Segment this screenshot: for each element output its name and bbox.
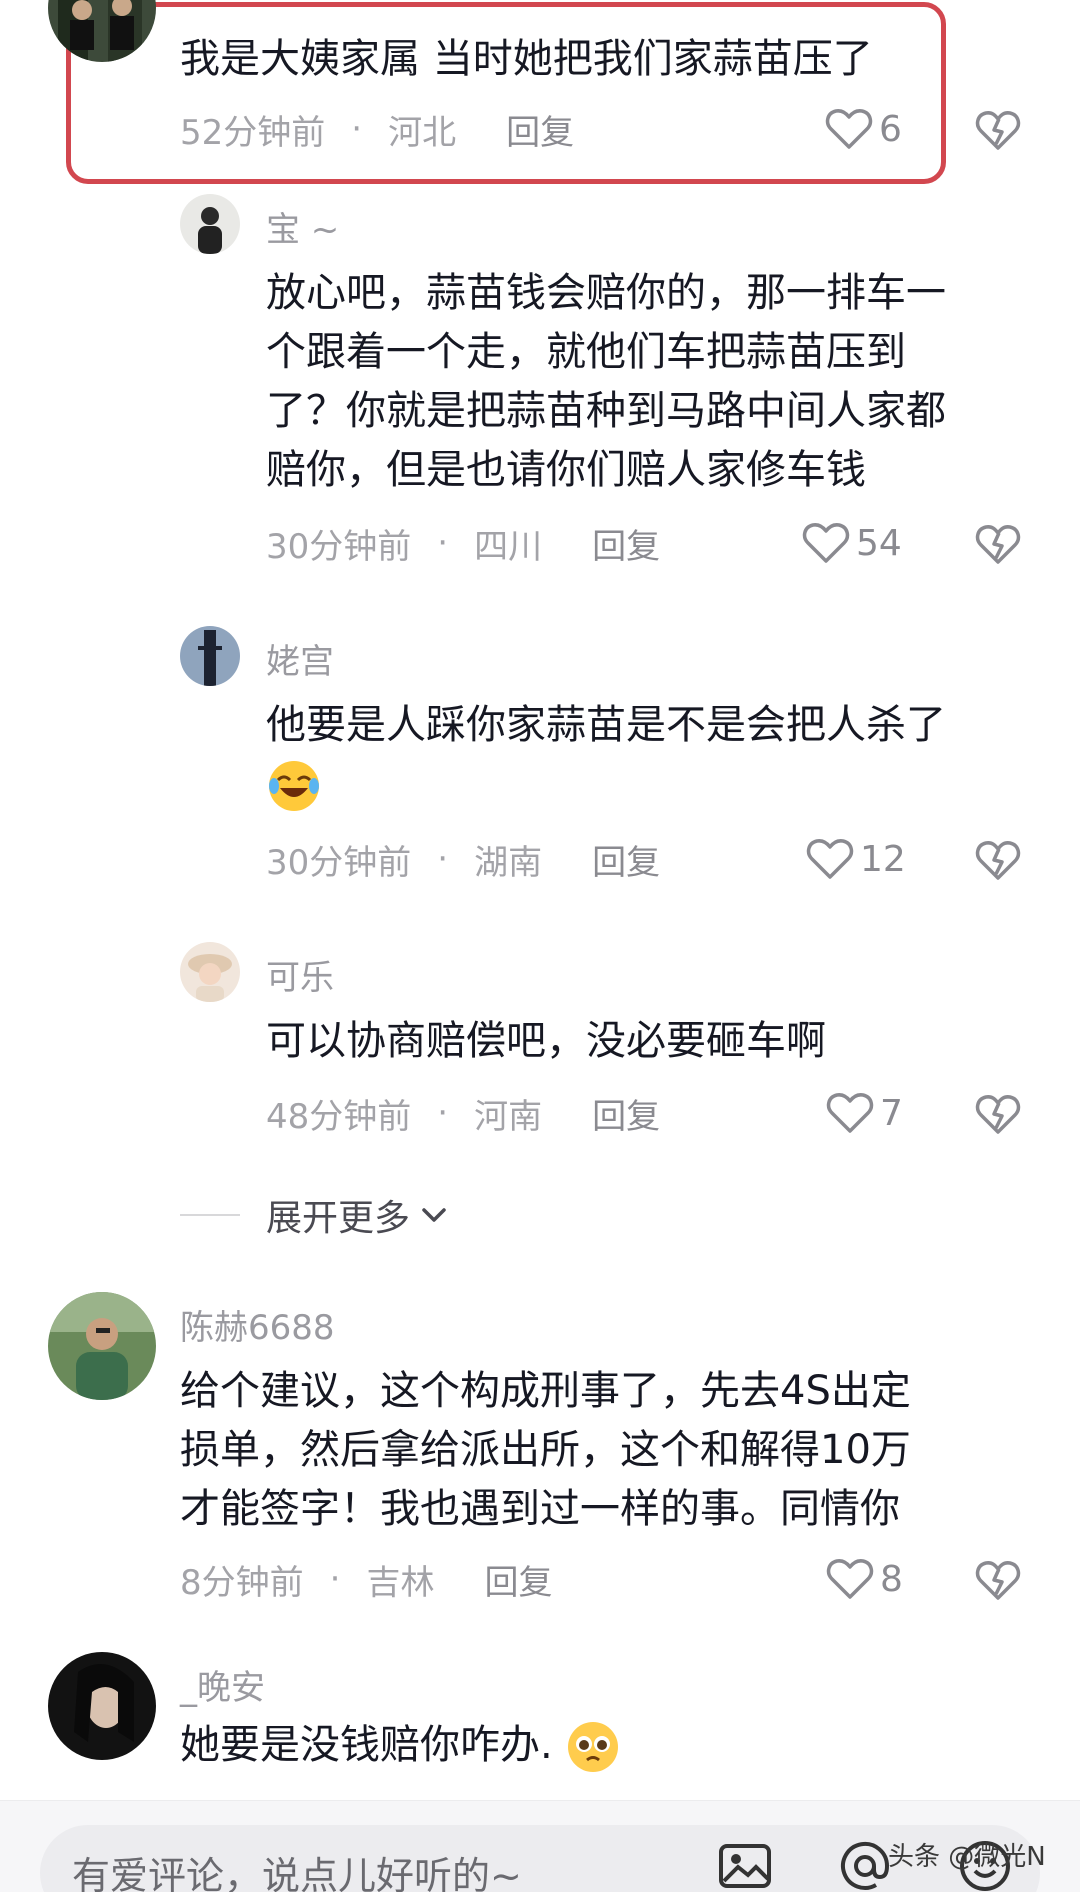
- like-button[interactable]: 12: [806, 834, 906, 884]
- like-count: 7: [880, 1092, 903, 1134]
- username[interactable]: 陈赫6688: [180, 1300, 335, 1349]
- like-button[interactable]: 6: [825, 104, 902, 154]
- comment-time: 52分钟前: [180, 112, 326, 153]
- dislike-icon[interactable]: [974, 106, 1022, 154]
- reply-button[interactable]: 回复: [506, 105, 574, 154]
- username[interactable]: 宝 ~: [266, 202, 339, 251]
- like-button[interactable]: 54: [802, 518, 902, 568]
- dislike-icon[interactable]: [974, 836, 1022, 884]
- pleading-face-emoji: [568, 1722, 619, 1772]
- comment-text: 她要是没钱赔你咋办.: [180, 1716, 621, 1775]
- like-count: 54: [856, 522, 902, 564]
- chevron-down-icon: [422, 1208, 446, 1222]
- comment-location: 湖南: [474, 842, 543, 883]
- expand-more-label: 展开更多: [266, 1198, 411, 1239]
- like-count: 8: [880, 1558, 903, 1600]
- username[interactable]: 可乐: [266, 950, 334, 999]
- avatar[interactable]: [180, 942, 240, 1002]
- heart-icon: [806, 839, 854, 879]
- dislike-icon[interactable]: [974, 520, 1022, 568]
- comment-text: 放心吧，蒜苗钱会赔你的，那一排车一 个跟着一个走，就他们车把蒜苗压到 了？你就是…: [266, 270, 946, 493]
- dislike-icon[interactable]: [974, 1090, 1022, 1138]
- at-mention-icon[interactable]: [836, 1837, 894, 1892]
- comment-time: 8分钟前: [180, 1562, 304, 1603]
- comment-location: 四川: [474, 526, 543, 567]
- reply-button[interactable]: 回复: [484, 1555, 552, 1604]
- reply-button[interactable]: 回复: [592, 519, 660, 568]
- like-button[interactable]: 7: [826, 1088, 903, 1138]
- image-icon[interactable]: [716, 1837, 774, 1892]
- expand-more-button[interactable]: 展开更多: [180, 1190, 450, 1240]
- comment-meta: 8分钟前 · 吉林 回复: [180, 1554, 552, 1604]
- comment-text: 他要是人踩你家蒜苗是不是会把人杀了: [266, 696, 946, 814]
- like-count: 6: [879, 108, 902, 150]
- reply-button[interactable]: 回复: [592, 1089, 660, 1138]
- comment-input-placeholder: 有爱评论，说点儿好听的~: [72, 1854, 522, 1892]
- comment-meta: 30分钟前 · 四川 回复: [266, 518, 660, 568]
- avatar[interactable]: [48, 1292, 156, 1400]
- username[interactable]: _晚安: [180, 1660, 265, 1709]
- avatar[interactable]: [48, 1652, 156, 1760]
- heart-icon: [825, 109, 873, 149]
- comment-meta: 52分钟前 · 河北 回复: [180, 104, 574, 154]
- username[interactable]: 姥宫: [266, 634, 334, 683]
- comment-text: 我是大姨家属 当时她把我们家蒜苗压了: [180, 36, 873, 82]
- avatar[interactable]: [180, 626, 240, 686]
- heart-icon: [802, 523, 850, 563]
- comment-time: 30分钟前: [266, 842, 412, 883]
- reply-button[interactable]: 回复: [592, 835, 660, 884]
- like-count: 12: [860, 838, 906, 880]
- comment-location: 吉林: [366, 1562, 435, 1603]
- laughing-tears-emoji: [269, 761, 319, 811]
- like-button[interactable]: 8: [826, 1554, 903, 1604]
- comment-text: 可以协商赔偿吧，没必要砸车啊: [266, 1018, 826, 1064]
- comment-time: 30分钟前: [266, 526, 412, 567]
- comment-meta: 48分钟前 · 河南 回复: [266, 1088, 660, 1138]
- heart-icon: [826, 1093, 874, 1133]
- heart-icon: [826, 1559, 874, 1599]
- comment-meta: 30分钟前 · 湖南 回复: [266, 834, 660, 884]
- dislike-icon[interactable]: [974, 1556, 1022, 1604]
- comment-location: 河北: [388, 112, 457, 153]
- watermark: 头条 @微光N: [888, 1842, 1046, 1872]
- divider-line: [180, 1214, 240, 1216]
- avatar[interactable]: [180, 194, 240, 254]
- comment-location: 河南: [474, 1096, 543, 1137]
- comment-time: 48分钟前: [266, 1096, 412, 1137]
- comment-text: 给个建议，这个构成刑事了，先去4S出定 损单，然后拿给派出所，这个和解得10万 …: [180, 1368, 911, 1532]
